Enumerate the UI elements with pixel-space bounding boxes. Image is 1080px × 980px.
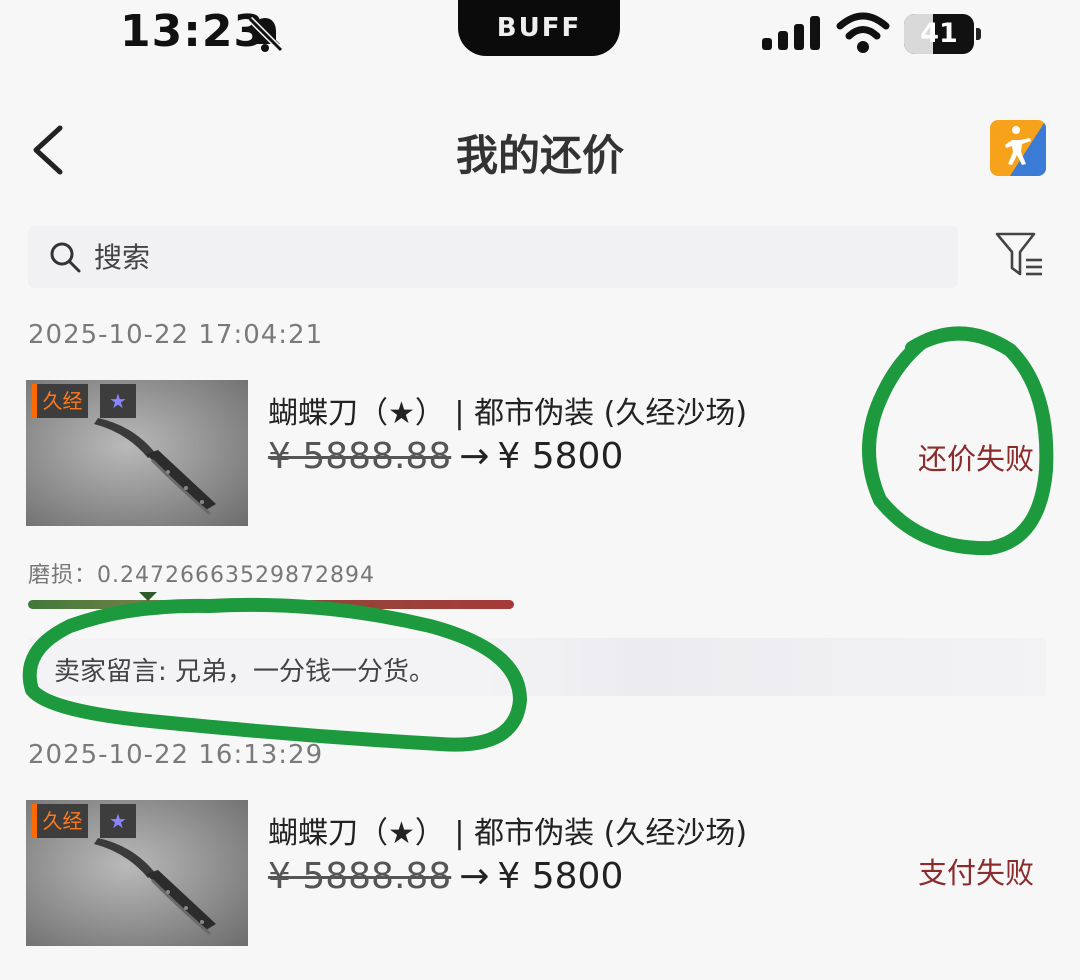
search-bar[interactable] (28, 226, 958, 288)
seller-note-text: 卖家留言: 兄弟，一分钱一分货。 (54, 657, 436, 687)
status-label: 还价失败 (918, 442, 1035, 476)
wifi-icon (836, 12, 890, 53)
island-app-label: BUFF (496, 13, 582, 43)
price-row: ¥ 5888.88 → ¥ 5800 (268, 856, 623, 897)
battery-percent: 41 (920, 18, 958, 49)
wear-bar (28, 592, 514, 609)
search-icon (50, 242, 81, 273)
offer-price: ¥ 5800 (497, 436, 624, 477)
wear-marker-icon (139, 592, 158, 601)
wear-tag: 久经 (32, 804, 88, 838)
status-label: 支付失败 (918, 856, 1035, 890)
item-thumbnail[interactable]: 久经 ★ (26, 380, 248, 526)
wear-label: 磨损：0.24726663529872894 (28, 563, 375, 588)
star-tag: ★ (100, 804, 136, 838)
item-name: 蝴蝶刀（★） | 都市伪装 (久经沙场) (268, 816, 748, 851)
status-time: 13:23 (120, 6, 266, 57)
price-row: ¥ 5888.88 → ¥ 5800 (268, 436, 623, 477)
battery-icon: 41 (904, 14, 982, 54)
search-input[interactable] (94, 234, 934, 280)
page-title: 我的还价 (455, 131, 624, 180)
butterfly-knife-icon (94, 838, 216, 936)
star-tag: ★ (100, 384, 136, 418)
bell-off-icon (247, 16, 284, 53)
item-name: 蝴蝶刀（★） | 都市伪装 (久经沙场) (268, 396, 748, 431)
seller-note: 卖家留言: 兄弟，一分钱一分货。 (28, 638, 1046, 696)
signal-icon (762, 16, 820, 50)
offer-price: ¥ 5800 (497, 856, 624, 897)
filter-icon[interactable] (994, 230, 1046, 280)
dynamic-island: BUFF (458, 0, 620, 56)
original-price: ¥ 5888.88 (268, 436, 452, 477)
original-price: ¥ 5888.88 (268, 856, 452, 897)
record-time: 2025-10-22 16:13:29 (28, 740, 324, 770)
arrow-icon: → (459, 436, 490, 477)
arrow-icon: → (459, 856, 490, 897)
wear-tag: 久经 (32, 384, 88, 418)
item-thumbnail[interactable]: 久经 ★ (26, 800, 248, 946)
record-time: 2025-10-22 17:04:21 (28, 320, 324, 350)
status-bar: 13:23 BUFF 41 (0, 0, 1080, 70)
counter-strike-icon[interactable] (990, 120, 1046, 176)
butterfly-knife-icon (94, 418, 216, 516)
